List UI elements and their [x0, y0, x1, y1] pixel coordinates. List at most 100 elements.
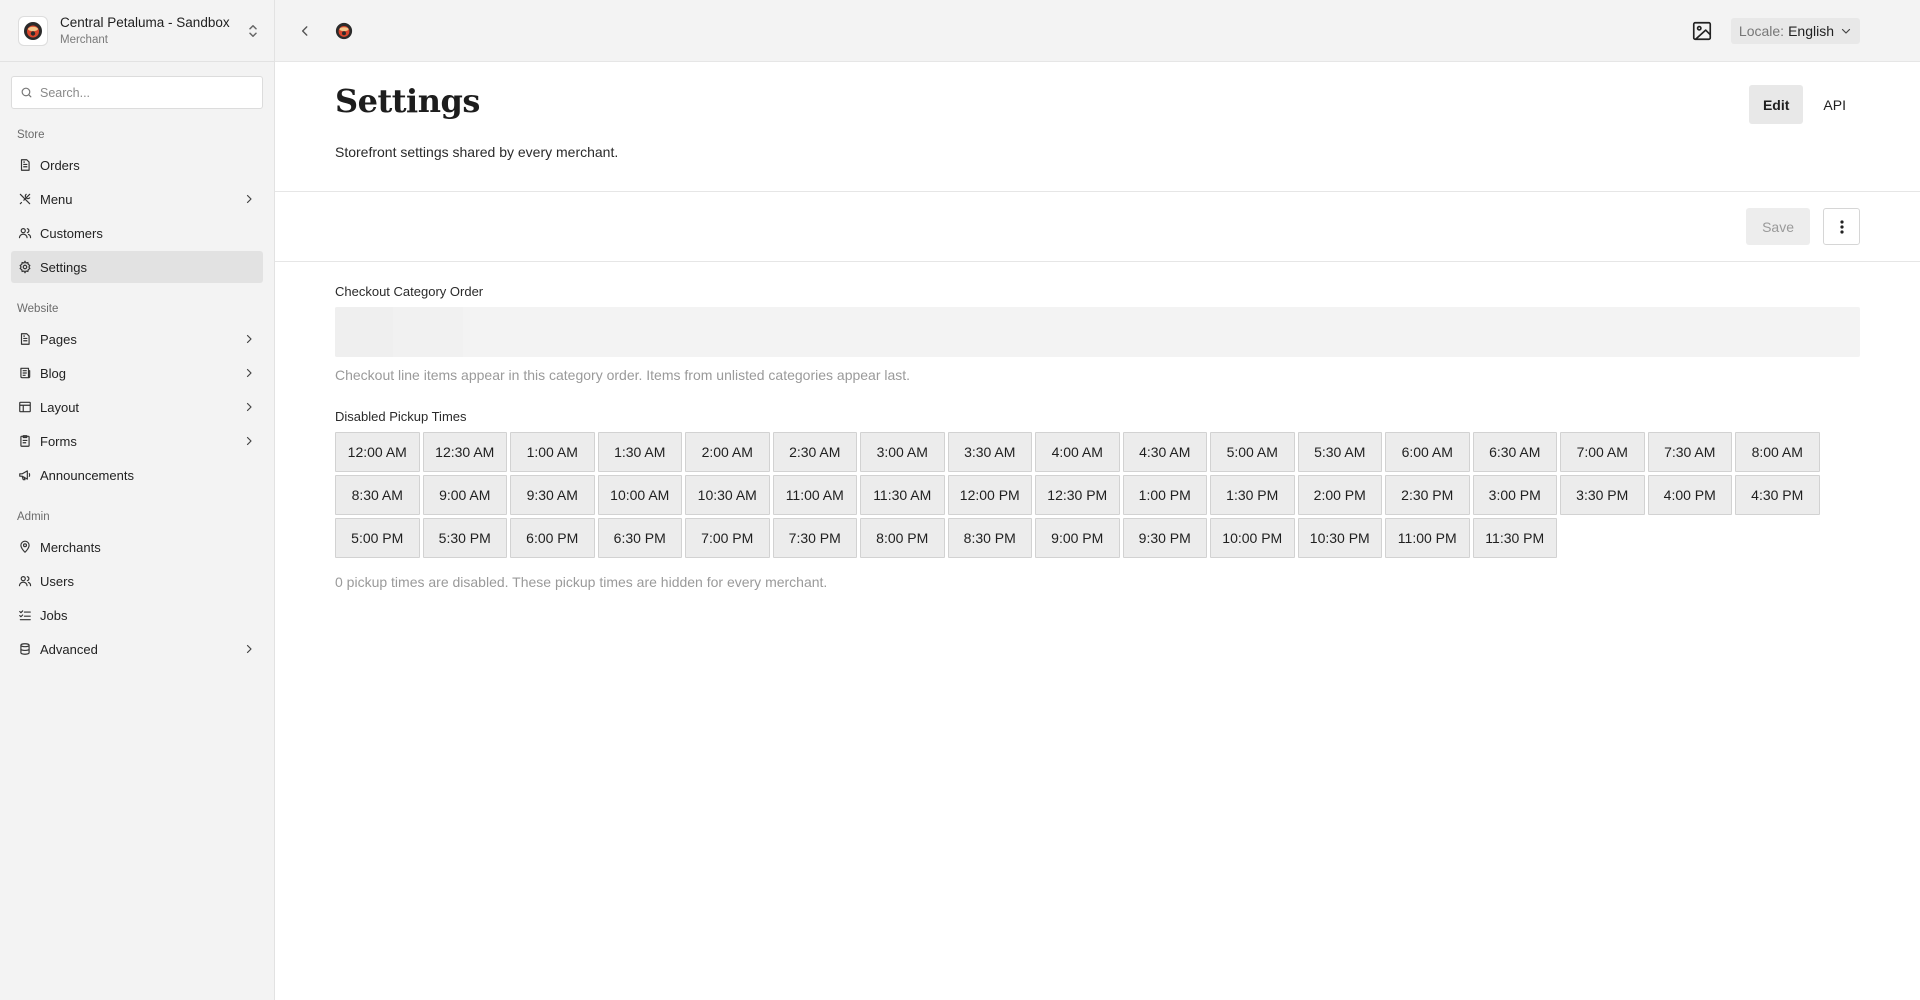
pickup-time-toggle[interactable]: 3:30 PM — [1560, 475, 1645, 515]
gear-icon — [19, 260, 31, 274]
locale-value: English — [1788, 22, 1834, 39]
checkout-category-help: Checkout line items appear in this categ… — [335, 367, 911, 383]
pickup-times-section: Disabled Pickup Times 12:00 AM 12:30 AM 1:… — [335, 409, 1860, 590]
pickup-time-toggle[interactable]: 5:30 AM — [1297, 432, 1382, 472]
sidebar-item-label: Orders — [40, 157, 80, 173]
workspace-role: Merchant — [60, 33, 108, 46]
pickup-time-toggle[interactable]: 10:30 PM — [1297, 518, 1382, 558]
pickup-time-toggle[interactable]: 11:00 AM — [772, 475, 857, 515]
category-placeholder — [393, 307, 463, 357]
tab-edit[interactable]: Edit — [1748, 85, 1804, 124]
pickup-time-toggle[interactable]: 8:30 PM — [947, 518, 1032, 558]
sidebar-item-settings[interactable]: Settings — [11, 251, 263, 283]
pickup-time-toggle[interactable]: 11:30 PM — [1472, 518, 1557, 558]
pickup-time-toggle[interactable]: 11:00 PM — [1385, 518, 1470, 558]
pickup-time-toggle[interactable]: 8:00 PM — [860, 518, 945, 558]
sidebar-item-label: Customers — [40, 225, 103, 241]
sidebar-item-orders[interactable]: Orders — [11, 149, 263, 181]
sidebar-item-label: Users — [40, 573, 74, 589]
back-button[interactable] — [295, 21, 315, 41]
pickup-time-toggle[interactable]: 6:00 PM — [510, 518, 595, 558]
pickup-time-toggle[interactable]: 2:30 PM — [1385, 475, 1470, 515]
sidebar-item-label: Layout — [40, 399, 80, 415]
sidebar-item-customers[interactable]: Customers — [11, 217, 263, 249]
pickup-time-toggle[interactable]: 8:00 AM — [1735, 432, 1820, 472]
chevron-right-icon — [246, 368, 252, 378]
page-title: Settings — [335, 82, 480, 120]
database-icon — [20, 643, 30, 655]
pickup-times-help: 0 pickup times are disabled. These picku… — [335, 574, 828, 590]
pickup-time-toggle[interactable]: 11:30 AM — [860, 475, 945, 515]
pickup-time-toggle[interactable]: 4:00 AM — [1035, 432, 1120, 472]
pickup-time-toggle[interactable]: 7:00 PM — [685, 518, 770, 558]
brand-logo-icon — [335, 22, 353, 39]
pickup-time-toggle[interactable]: 2:00 AM — [685, 432, 770, 472]
pickup-time-toggle[interactable]: 1:00 PM — [1122, 475, 1207, 515]
sidebar-item-pages[interactable]: Pages — [11, 323, 263, 355]
pickup-time-toggle[interactable]: 12:30 AM — [422, 432, 507, 472]
pickup-time-toggle[interactable]: 10:00 PM — [1210, 518, 1295, 558]
pickup-time-toggle[interactable]: 2:30 AM — [772, 432, 857, 472]
workspace-switcher[interactable]: Central Petaluma - Sandbox Merchant — [0, 0, 274, 62]
search-input[interactable] — [40, 85, 254, 100]
pickup-time-toggle[interactable]: 5:30 PM — [422, 518, 507, 558]
tab-api[interactable]: API — [1809, 85, 1860, 124]
pickup-time-toggle[interactable]: 12:00 PM — [947, 475, 1032, 515]
pickup-time-toggle[interactable]: 12:30 PM — [1035, 475, 1120, 515]
sidebar-item-layout[interactable]: Layout — [11, 391, 263, 423]
pickup-time-toggle[interactable]: 1:30 AM — [597, 432, 682, 472]
pickup-time-toggle[interactable]: 6:30 PM — [597, 518, 682, 558]
search-box[interactable] — [11, 76, 263, 109]
pickup-time-toggle[interactable]: 4:30 PM — [1735, 475, 1820, 515]
sidebar-item-forms[interactable]: Forms — [11, 425, 263, 457]
sidebar-item-jobs[interactable]: Jobs — [11, 599, 263, 631]
pickup-time-toggle[interactable]: 3:00 AM — [860, 432, 945, 472]
image-button[interactable] — [1689, 18, 1715, 44]
chevron-right-icon — [246, 644, 252, 654]
chevron-right-icon — [246, 436, 252, 446]
pickup-time-toggle[interactable]: 1:30 PM — [1210, 475, 1295, 515]
pickup-time-toggle[interactable]: 10:00 AM — [597, 475, 682, 515]
pickup-time-toggle[interactable]: 5:00 PM — [335, 518, 420, 558]
pickup-time-toggle[interactable]: 9:00 PM — [1035, 518, 1120, 558]
pickup-time-toggle[interactable]: 7:30 PM — [772, 518, 857, 558]
sidebar-item-advanced[interactable]: Advanced — [11, 633, 263, 665]
sidebar-item-label: Settings — [40, 259, 87, 275]
pickup-time-toggle[interactable]: 6:00 AM — [1385, 432, 1470, 472]
chevron-right-icon — [246, 402, 252, 412]
sidebar-item-announcements[interactable]: Announcements — [11, 459, 263, 491]
pickup-time-toggle[interactable]: 9:30 AM — [510, 475, 595, 515]
pickup-time-toggle[interactable]: 2:00 PM — [1297, 475, 1382, 515]
pickup-times-label: Disabled Pickup Times — [335, 409, 467, 424]
more-options-button[interactable] — [1823, 208, 1860, 245]
pickup-time-toggle[interactable]: 9:00 AM — [422, 475, 507, 515]
checkout-category-list[interactable] — [335, 307, 1860, 357]
sidebar-item-label: Announcements — [40, 467, 134, 483]
sidebar-item-menu[interactable]: Menu — [11, 183, 263, 215]
workspace-logo — [18, 15, 48, 46]
sidebar-item-users[interactable]: Users — [11, 565, 263, 597]
pickup-time-toggle[interactable]: 4:30 AM — [1122, 432, 1207, 472]
pickup-time-toggle[interactable]: 12:00 AM — [335, 432, 420, 472]
pickup-time-toggle[interactable]: 6:30 AM — [1472, 432, 1557, 472]
location-pin-icon — [20, 540, 30, 553]
pickup-time-toggle[interactable]: 7:00 AM — [1560, 432, 1645, 472]
sidebar-item-label: Pages — [40, 331, 77, 347]
pickup-time-toggle[interactable]: 3:00 PM — [1472, 475, 1557, 515]
pickup-time-toggle[interactable]: 5:00 AM — [1210, 432, 1295, 472]
sidebar-item-blog[interactable]: Blog — [11, 357, 263, 389]
category-placeholder — [335, 307, 393, 357]
chevron-down-icon — [1841, 28, 1851, 34]
pickup-time-toggle[interactable]: 10:30 AM — [685, 475, 770, 515]
pickup-time-toggle[interactable]: 4:00 PM — [1647, 475, 1732, 515]
sidebar-item-merchants[interactable]: Merchants — [11, 531, 263, 563]
locale-dropdown[interactable]: Locale: English — [1730, 17, 1860, 44]
pickup-time-toggle[interactable]: 1:00 AM — [510, 432, 595, 472]
pickup-time-toggle[interactable]: 9:30 PM — [1122, 518, 1207, 558]
chevron-right-icon — [246, 334, 252, 344]
save-button[interactable]: Save — [1746, 208, 1810, 245]
pickup-time-toggle[interactable]: 8:30 AM — [335, 475, 420, 515]
pickup-time-toggle[interactable]: 7:30 AM — [1647, 432, 1732, 472]
search-icon — [21, 87, 32, 98]
pickup-time-toggle[interactable]: 3:30 AM — [947, 432, 1032, 472]
